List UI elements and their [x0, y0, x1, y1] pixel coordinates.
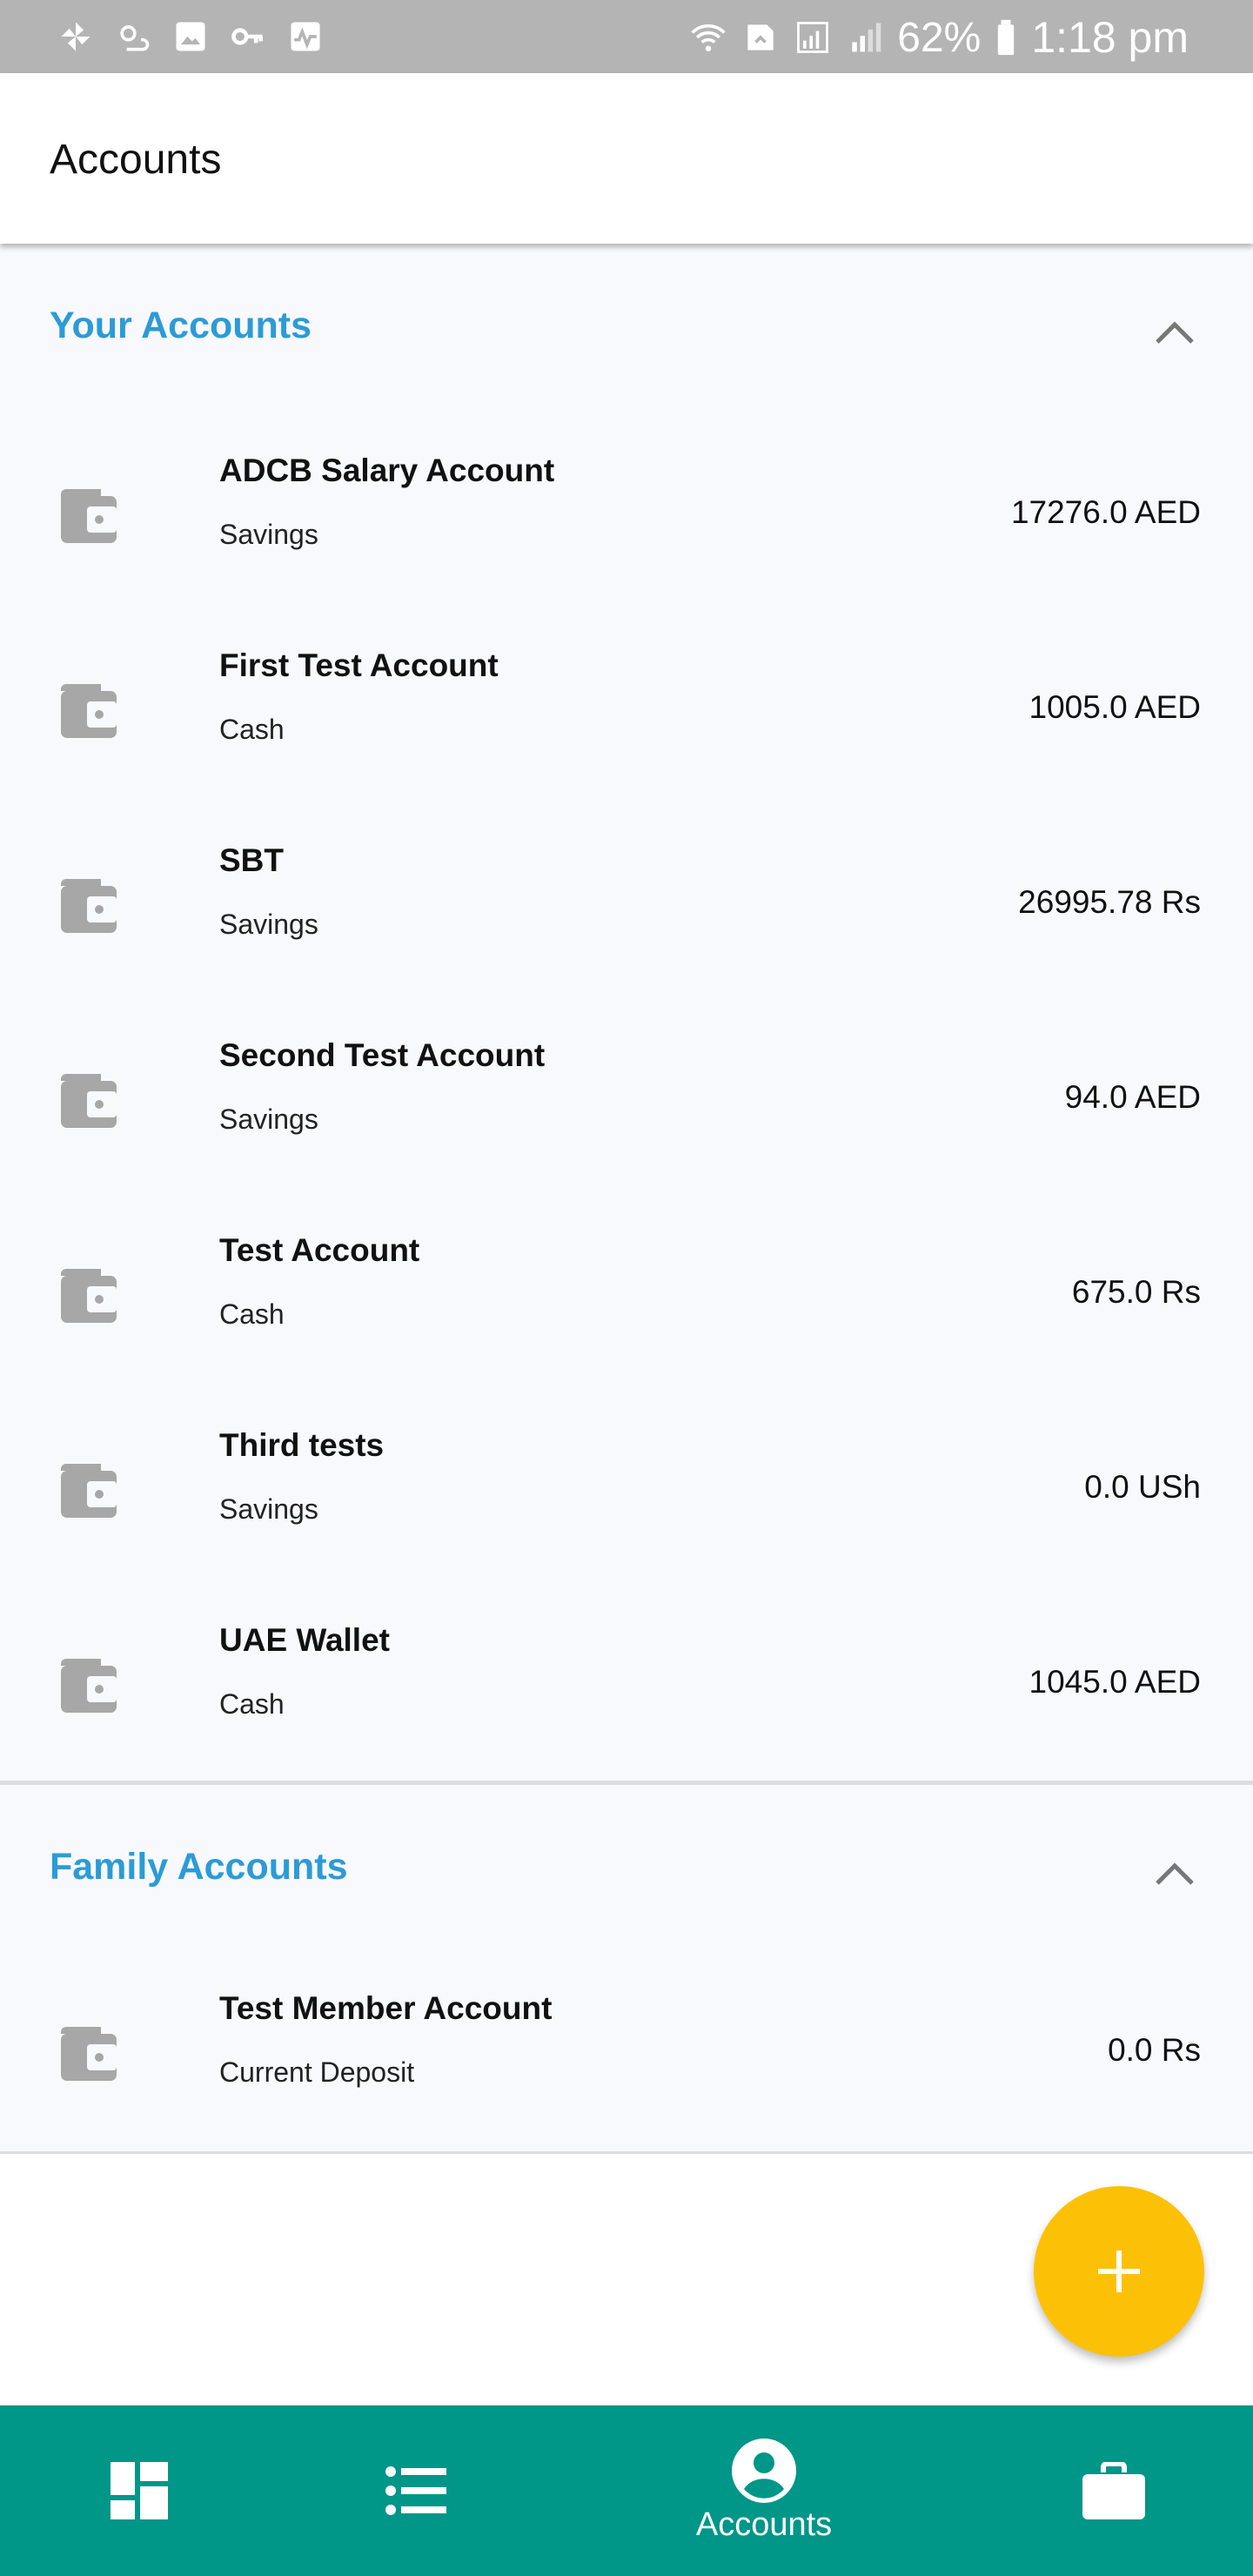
weather-icon — [120, 25, 150, 51]
account-balance: 94.0 AED — [1064, 1079, 1201, 1115]
account-row[interactable]: Test Member Account Current Deposit 0.0 … — [0, 1955, 1253, 2150]
account-balance: 0.0 USh — [1084, 1469, 1201, 1505]
image-icon — [176, 22, 205, 51]
account-row[interactable]: Third tests Savings 0.0 USh — [0, 1392, 1253, 1587]
wifi-icon — [691, 23, 726, 52]
battery-percent: 62% — [897, 14, 982, 61]
pinwheel-icon — [61, 22, 90, 51]
account-row[interactable]: UAE Wallet Cash 1045.0 AED — [0, 1587, 1253, 1782]
nav-dashboard[interactable] — [52, 2405, 226, 2576]
briefcase-icon — [1082, 2462, 1145, 2519]
account-row[interactable]: ADCB Salary Account Savings 17276.0 AED — [0, 418, 1253, 613]
nav-accounts[interactable]: Accounts — [677, 2405, 851, 2576]
wallet-icon — [61, 879, 117, 933]
account-balance: 1005.0 AED — [1029, 689, 1201, 725]
account-name: Test Account — [219, 1232, 420, 1268]
nav-budget[interactable] — [1027, 2405, 1201, 2576]
account-type: Savings — [219, 519, 318, 550]
list-icon — [385, 2466, 446, 2515]
account-balance: 0.0 Rs — [1108, 2032, 1201, 2068]
plus-icon — [1098, 2251, 1140, 2292]
wallet-icon — [61, 1464, 117, 1518]
account-type: Savings — [219, 1493, 318, 1525]
signal-r-icon — [852, 23, 881, 52]
clock: 1:18 pm — [1031, 13, 1189, 62]
collapse-button[interactable] — [1149, 1855, 1201, 1893]
account-row[interactable]: SBT Savings 26995.78 Rs — [0, 808, 1253, 1003]
account-name: Test Member Account — [219, 1990, 553, 2026]
nfc-icon — [747, 24, 774, 50]
account-row[interactable]: First Test Account Cash 1005.0 AED — [0, 613, 1253, 808]
signal-icon — [797, 22, 829, 53]
section-title: Family Accounts — [50, 1846, 348, 1888]
add-account-button[interactable] — [1034, 2186, 1204, 2357]
section-header[interactable]: Your Accounts — [0, 244, 1253, 418]
account-balance: 17276.0 AED — [1010, 494, 1201, 530]
account-name: Third tests — [219, 1427, 385, 1463]
wallet-icon — [61, 1074, 117, 1128]
account-row[interactable]: Test Account Cash 675.0 Rs — [0, 1197, 1253, 1392]
chevron-up-icon — [1156, 321, 1194, 344]
account-balance: 675.0 Rs — [1071, 1274, 1201, 1310]
account-balance: 1045.0 AED — [1029, 1664, 1201, 1700]
chevron-up-icon — [1156, 1862, 1194, 1885]
wallet-icon — [61, 489, 117, 543]
section-header[interactable]: Family Accounts — [0, 1785, 1253, 1959]
account-row[interactable]: Second Test Account Savings 94.0 AED — [0, 1003, 1253, 1197]
account-circle-icon — [732, 2438, 796, 2503]
account-type: Cash — [219, 714, 285, 745]
account-type: Savings — [219, 909, 318, 940]
your-accounts-section: Your Accounts ADCB Salary Account Saving… — [0, 244, 1253, 1785]
page-title: Accounts — [50, 137, 222, 183]
dashboard-icon — [111, 2462, 168, 2519]
account-type: Savings — [219, 1104, 318, 1135]
activity-icon — [291, 22, 320, 51]
nav-transactions[interactable] — [329, 2405, 503, 2576]
section-title: Your Accounts — [50, 305, 312, 346]
app-bar: Accounts — [0, 73, 1253, 244]
nav-accounts-label: Accounts — [695, 2506, 833, 2543]
key-icon — [231, 28, 263, 45]
bottom-navigation: Accounts — [0, 2405, 1253, 2576]
account-name: SBT — [219, 842, 284, 878]
account-name: UAE Wallet — [219, 1622, 390, 1658]
account-name: Second Test Account — [219, 1037, 546, 1073]
account-type: Cash — [219, 1298, 285, 1330]
account-type: Current Deposit — [219, 2056, 415, 2088]
wallet-icon — [61, 1659, 117, 1713]
account-balance: 26995.78 Rs — [1018, 884, 1201, 920]
account-name: First Test Account — [219, 647, 499, 683]
wallet-icon — [61, 1269, 117, 1323]
status-bar: 62% 1:18 pm — [0, 0, 1253, 73]
wallet-icon — [61, 684, 117, 738]
account-name: ADCB Salary Account — [219, 453, 555, 488]
collapse-button[interactable] — [1149, 313, 1201, 352]
wallet-icon — [61, 2027, 117, 2081]
battery-icon — [998, 19, 1015, 56]
account-type: Cash — [219, 1688, 285, 1720]
family-accounts-section: Family Accounts Test Member Account Curr… — [0, 1785, 1253, 2154]
